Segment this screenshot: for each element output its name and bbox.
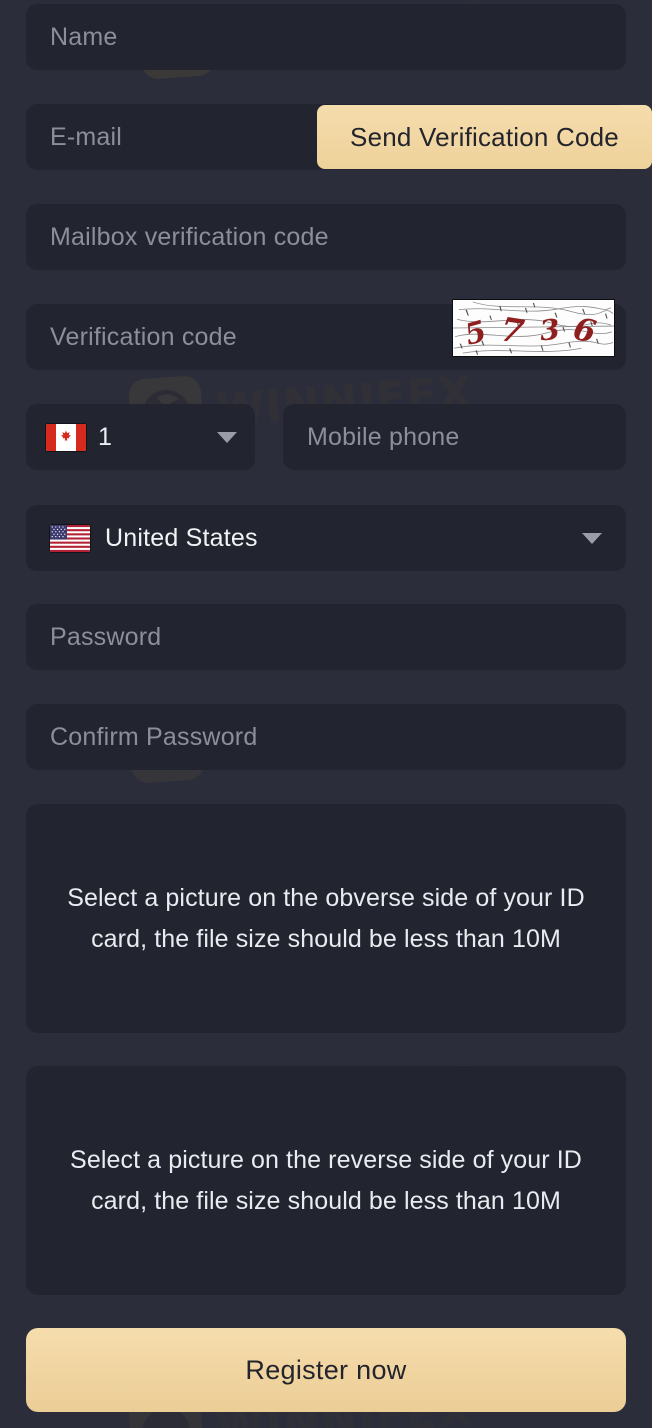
chevron-down-icon [582,532,602,544]
mobile-phone-field[interactable]: Mobile phone [283,404,626,470]
password-placeholder: Password [50,622,162,651]
upload-id-obverse[interactable]: Select a picture on the obverse side of … [26,804,626,1033]
verification-code-placeholder: Verification code [50,322,237,351]
name-placeholder: Name [50,22,118,51]
upload-id-reverse[interactable]: Select a picture on the reverse side of … [26,1066,626,1295]
mobile-phone-placeholder: Mobile phone [307,422,460,451]
registration-form: Name E-mail Send Verification Code Mailb… [0,0,652,1428]
verification-code-row: Verification code 5 7 3 6 [26,299,626,370]
register-now-button[interactable]: Register now [26,1328,626,1412]
registration-screen: WINNIFEX WINNIFEX [0,0,652,1428]
email-placeholder: E-mail [50,122,123,151]
mailbox-verification-code-field[interactable]: Mailbox verification code [26,204,626,270]
name-field[interactable]: Name [26,4,626,70]
country-code-value: 1 [98,422,112,451]
send-verification-code-button[interactable]: Send Verification Code [317,105,652,169]
confirm-password-field[interactable]: Confirm Password [26,704,626,770]
country-select[interactable]: United States [26,505,626,571]
svg-text:3: 3 [538,312,561,347]
phone-row: 1 Mobile phone [26,404,626,470]
chevron-down-icon [217,431,237,443]
flag-canada-icon [46,423,86,451]
country-select-value: United States [105,523,258,552]
mailbox-verification-code-placeholder: Mailbox verification code [50,222,329,251]
confirm-password-placeholder: Confirm Password [50,722,258,751]
upload-id-reverse-text: Select a picture on the reverse side of … [70,1145,582,1215]
upload-id-obverse-text: Select a picture on the obverse side of … [67,883,585,953]
email-row: E-mail Send Verification Code [26,104,652,170]
captcha-image-icon[interactable]: 5 7 3 6 [452,299,615,357]
country-code-select[interactable]: 1 [26,404,255,470]
flag-united-states-icon [50,524,90,552]
password-field[interactable]: Password [26,604,626,670]
